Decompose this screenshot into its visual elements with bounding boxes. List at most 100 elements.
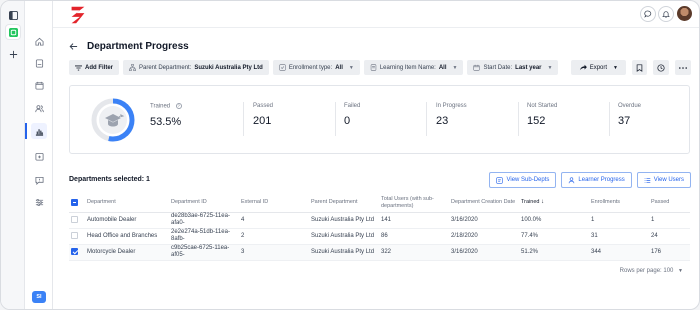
- clock-icon: [657, 63, 665, 72]
- chevron-down-icon: ▼: [452, 64, 458, 71]
- table-row[interactable]: Automobile Dealer de28b3ae-6725-11ea-afa…: [69, 212, 690, 229]
- user-initials-badge[interactable]: SI: [32, 291, 46, 303]
- col-department-id[interactable]: Department ID: [169, 194, 239, 213]
- cell-trained: 100.0%: [519, 212, 589, 229]
- export-button[interactable]: Export ▼: [570, 60, 626, 75]
- sidebar-item-calendar[interactable]: [31, 77, 47, 93]
- learning-item-filter[interactable]: Learning Item Name: All ▼: [363, 60, 464, 75]
- cell-total-users: 86: [379, 228, 449, 245]
- not-started-value: 152: [527, 115, 546, 127]
- col-total-users[interactable]: Total Users (with sub-departments): [379, 194, 449, 213]
- cell-total-users: 322: [379, 244, 449, 261]
- summary-card: Trained ? 53.5% Passed 201 Failed 0 In P…: [69, 85, 690, 154]
- calendar-icon: [473, 64, 481, 71]
- app-rail: [1, 1, 25, 309]
- col-creation-date[interactable]: Department Creation Date: [449, 194, 519, 213]
- cell-department: Head Office and Branches: [85, 228, 169, 245]
- bookmark-button[interactable]: [632, 60, 647, 75]
- rows-per-page-label: Rows per page: 100: [619, 268, 674, 274]
- trained-progress-ring: [91, 98, 135, 142]
- chevron-down-icon: ▼: [348, 64, 354, 71]
- bell-icon[interactable]: [658, 6, 674, 22]
- enrollment-type-filter[interactable]: Enrollment type: All ▼: [272, 60, 360, 75]
- chat-icon[interactable]: [640, 6, 656, 22]
- add-filter-button[interactable]: Add Filter: [69, 60, 119, 75]
- more-icon: [679, 66, 687, 69]
- app-switcher-icon[interactable]: [6, 25, 20, 39]
- sidebar-item-reports[interactable]: [31, 123, 47, 139]
- add-icon[interactable]: [6, 47, 20, 61]
- col-parent-department[interactable]: Parent Department: [309, 194, 379, 213]
- not-started-label: Not Started: [527, 103, 558, 109]
- table-row[interactable]: Head Office and Branches 2e2e274a-51db-1…: [69, 228, 690, 245]
- col-passed[interactable]: Passed: [649, 194, 690, 213]
- start-date-value: Last year: [515, 64, 542, 71]
- passed-label: Passed: [253, 103, 274, 109]
- view-sub-depts-button[interactable]: View Sub-Depts: [489, 172, 557, 188]
- sliders-icon: [35, 198, 43, 206]
- top-bar: [53, 1, 699, 28]
- sidebar-item-home[interactable]: [31, 33, 47, 49]
- cell-creation-date: 3/16/2020: [449, 244, 519, 261]
- parent-department-filter[interactable]: Parent Department: Suzuki Australia Pty …: [123, 60, 269, 75]
- view-users-button[interactable]: View Users: [636, 172, 691, 188]
- cell-external-id: 4: [239, 212, 309, 229]
- row-checkbox[interactable]: [71, 247, 78, 255]
- add-filter-label: Add Filter: [85, 64, 113, 71]
- sidebar-item-messages[interactable]: [31, 172, 47, 188]
- panel-toggle-icon[interactable]: [6, 8, 20, 22]
- cell-enrollments: 31: [589, 228, 649, 245]
- info-icon[interactable]: ?: [175, 103, 182, 109]
- divider: [426, 102, 427, 136]
- cell-department: Automobile Dealer: [85, 212, 169, 229]
- bookmark-icon: [636, 63, 643, 72]
- metric-failed: Failed 0: [344, 103, 360, 127]
- start-date-filter[interactable]: Start Date: Last year ▼: [467, 60, 559, 75]
- learning-item-label: Learning Item Name:: [379, 64, 436, 71]
- table-actions: View Sub-Depts Learner Progress View Use…: [489, 172, 691, 188]
- cell-passed: 176: [649, 244, 690, 261]
- back-arrow-icon[interactable]: [69, 42, 78, 54]
- row-checkbox[interactable]: [71, 231, 78, 239]
- sidebar-item-users[interactable]: [31, 100, 47, 116]
- failed-label: Failed: [344, 103, 361, 109]
- suzuki-logo: [71, 6, 85, 24]
- filter-icon: [75, 64, 82, 71]
- cell-passed: 1: [649, 212, 690, 229]
- cell-external-id: 2: [239, 228, 309, 245]
- parent-department-value: Suzuki Australia Pty Ltd: [194, 64, 263, 71]
- in-progress-label: In Progress: [436, 103, 467, 109]
- book-icon: [35, 58, 43, 68]
- schedule-button[interactable]: [653, 60, 669, 75]
- learner-progress-button[interactable]: Learner Progress: [561, 172, 632, 188]
- enrollment-type-value: All: [335, 64, 343, 71]
- cell-external-id: 3: [239, 244, 309, 261]
- select-all-checkbox[interactable]: [71, 198, 78, 206]
- divider: [243, 102, 244, 136]
- cell-parent-department: Suzuki Australia Pty Ltd: [309, 212, 379, 229]
- col-trained[interactable]: Trained ↓: [519, 194, 589, 213]
- metric-not-started: Not Started 152: [527, 103, 557, 127]
- trained-label: Trained: [150, 103, 171, 110]
- parent-department-label: Parent Department:: [139, 64, 192, 71]
- col-enrollments[interactable]: Enrollments: [589, 194, 649, 213]
- overdue-label: Overdue: [618, 103, 642, 109]
- metric-trained: Trained ? 53.5%: [150, 103, 182, 128]
- col-trained-label: Trained: [521, 199, 540, 206]
- sidebar-item-settings[interactable]: [31, 194, 47, 210]
- avatar[interactable]: [677, 6, 692, 21]
- table-row[interactable]: Motorcycle Dealer c9b25cae-6725-11ea-af0…: [69, 244, 690, 261]
- row-checkbox[interactable]: [71, 215, 78, 223]
- message-icon: [34, 176, 44, 185]
- col-external-id[interactable]: External ID: [239, 194, 309, 213]
- col-department[interactable]: Department: [85, 194, 169, 213]
- sort-down-icon: ↓: [540, 199, 544, 206]
- cell-department-id: c9b25cae-6725-11ea-af05-: [169, 244, 239, 261]
- rows-per-page-select[interactable]: Rows per page: 100 ▼: [620, 268, 683, 274]
- sidebar-item-courses[interactable]: [31, 55, 47, 71]
- learner-progress-label: Learner Progress: [578, 177, 625, 183]
- cell-department: Motorcycle Dealer: [85, 244, 169, 261]
- in-progress-value: 23: [436, 115, 449, 127]
- more-button[interactable]: [675, 60, 691, 75]
- sidebar-item-schedule[interactable]: [31, 148, 47, 164]
